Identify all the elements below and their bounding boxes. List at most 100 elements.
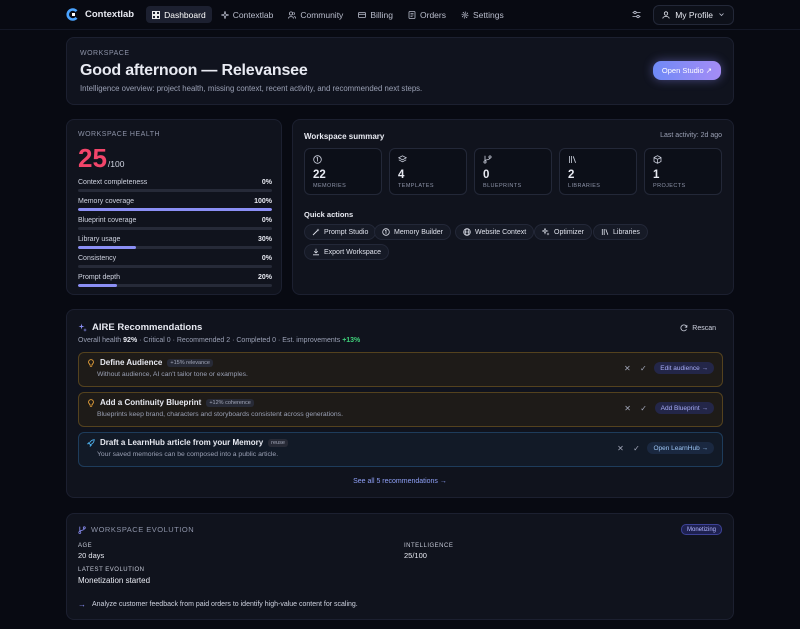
stat-label: BLUEPRINTS (483, 183, 522, 189)
refresh-icon (680, 324, 688, 332)
stat-value: 1 (653, 169, 660, 181)
nav-billing[interactable]: Billing (352, 6, 399, 23)
recommendation-title: Add a Continuity Blueprint (100, 398, 202, 407)
open-learnhub-button[interactable]: Open LearnHub → (647, 442, 714, 454)
brand[interactable]: Contextlab (66, 8, 134, 21)
health-score: 25 /100 (78, 143, 124, 174)
metric-value: 0% (261, 217, 272, 224)
aire-header: AIRE Recommendations (78, 322, 202, 333)
chip-label: Export Workspace (324, 248, 382, 256)
progress-bar (78, 189, 272, 192)
quick-actions-title: Quick actions (304, 210, 354, 219)
chip-label: Optimizer (554, 228, 584, 236)
nav-dashboard-label: Dashboard (164, 9, 206, 20)
stat-value: 0 (483, 169, 490, 181)
intelligence-label: INTELLIGENCE (404, 543, 454, 549)
dismiss-icon[interactable]: ✕ (623, 403, 633, 413)
metric-value: 30% (257, 236, 272, 243)
stat-templates[interactable]: 4 TEMPLATES (389, 148, 467, 195)
stat-label: TEMPLATES (398, 183, 434, 189)
stat-value: 22 (313, 169, 326, 181)
recommendation-card: Add a Continuity Blueprint +12% coherenc… (78, 392, 723, 427)
chip-label: Libraries (613, 228, 640, 236)
aire-stats: Overall health 92% · Critical 0 · Recomm… (78, 337, 360, 344)
dismiss-icon[interactable]: ✕ (622, 363, 632, 373)
branch-icon (483, 155, 492, 164)
branch-icon (78, 525, 86, 534)
quick-action-prompt-studio[interactable]: Prompt Studio (304, 224, 377, 240)
sparkle-icon (542, 228, 550, 236)
page-title: Good afternoon — Relevansee (80, 62, 308, 79)
nav-settings[interactable]: Settings (455, 6, 510, 23)
health-score-value: 25 (78, 143, 107, 173)
recommendation-card: Draft a LearnHub article from your Memor… (78, 432, 723, 467)
memory-icon (313, 155, 322, 164)
quick-action-memory-builder[interactable]: Memory Builder (374, 224, 452, 240)
latest-evolution-label: LATEST EVOLUTION (78, 567, 145, 573)
check-icon[interactable]: ✓ (639, 403, 649, 413)
open-studio-button[interactable]: Open Studio ↗ (652, 61, 721, 80)
check-icon[interactable]: ✓ (638, 363, 648, 373)
chip-label: Memory Builder (394, 228, 444, 236)
check-icon[interactable]: ✓ (631, 443, 641, 453)
nav-dashboard[interactable]: Dashboard (146, 6, 212, 23)
tune-button[interactable] (627, 6, 645, 24)
metric-label: Memory coverage (78, 198, 135, 205)
stat-libraries[interactable]: 2 LIBRARIES (559, 148, 637, 195)
gear-icon (461, 11, 469, 18)
nav-orders-label: Orders (420, 9, 446, 20)
stat-projects[interactable]: 1 PROJECTS (644, 148, 722, 195)
quick-action-optimizer[interactable]: Optimizer (534, 224, 592, 240)
metric-value: 0% (261, 179, 272, 186)
add-blueprint-button[interactable]: Add Blueprint → (654, 402, 714, 414)
metric-memory: Memory coverage 100% (78, 198, 272, 217)
health-score-max: /100 (107, 159, 125, 169)
quick-action-libraries[interactable]: Libraries (593, 224, 648, 240)
recommendation-tag: +15% relevance (167, 358, 213, 367)
stat-blueprints[interactable]: 0 BLUEPRINTS (474, 148, 552, 195)
globe-icon (463, 228, 471, 236)
users-icon (288, 10, 297, 19)
see-all-recommendations-link[interactable]: See all 5 recommendations → (66, 478, 734, 485)
hero-eyebrow: WORKSPACE (80, 50, 130, 57)
download-icon (313, 248, 319, 256)
rescan-button[interactable]: Rescan (674, 321, 722, 335)
progress-bar (78, 208, 272, 211)
nav-community[interactable]: Community (282, 6, 349, 23)
hero-card: WORKSPACE Good afternoon — Relevansee In… (66, 37, 734, 105)
metric-blueprint: Blueprint coverage 0% (78, 217, 272, 236)
metric-library: Library usage 30% (78, 236, 272, 255)
top-nav: Contextlab Dashboard Contextlab Communit… (0, 0, 800, 30)
nav-orders[interactable]: Orders (402, 6, 452, 23)
library-icon (601, 229, 609, 235)
stat-label: LIBRARIES (568, 183, 601, 189)
overall-value: 92% (123, 337, 138, 344)
evolution-card: WORKSPACE EVOLUTION Monetizing AGE 20 da… (66, 513, 734, 620)
progress-bar (78, 246, 272, 249)
dismiss-icon[interactable]: ✕ (615, 443, 625, 453)
nav-contextlab[interactable]: Contextlab (215, 6, 280, 23)
metric-consistency: Consistency 0% (78, 255, 272, 274)
stat-memories[interactable]: 22 MEMORIES (304, 148, 382, 195)
intelligence-value: 25/100 (404, 551, 427, 560)
box-icon (653, 155, 662, 164)
profile-menu-button[interactable]: My Profile (653, 4, 734, 25)
chip-label: Website Context (475, 228, 527, 236)
metric-label: Prompt depth (78, 274, 121, 281)
memory-icon (382, 228, 390, 236)
edit-audience-button[interactable]: Edit audience → (654, 362, 714, 374)
quick-action-export-workspace[interactable]: Export Workspace (304, 244, 390, 260)
metric-value: 100% (254, 198, 272, 205)
metric-context: Context completeness 0% (78, 179, 272, 198)
rocket-icon (87, 438, 95, 447)
quick-action-website-context[interactable]: Website Context (455, 224, 535, 240)
aire-stats-text: · Critical 0 · Recommended 2 · Completed… (137, 337, 343, 344)
overall-label: Overall health (78, 337, 122, 344)
list-icon (408, 10, 416, 19)
hero-subtitle: Intelligence overview: project health, m… (80, 84, 423, 93)
layers-icon (397, 155, 408, 163)
progress-bar (78, 265, 272, 268)
sparkle-icon (220, 10, 229, 19)
recommendation-title: Define Audience (100, 358, 163, 367)
recommendation-title: Draft a LearnHub article from your Memor… (100, 438, 264, 447)
